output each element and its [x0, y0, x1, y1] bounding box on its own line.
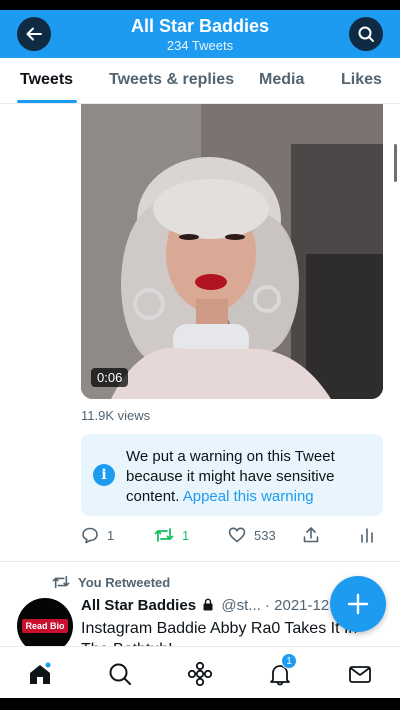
lock-icon: [203, 598, 213, 611]
tab-tweets-replies[interactable]: Tweets & replies: [109, 71, 234, 89]
tweet-date: · 2021-12: [264, 597, 330, 614]
nav-spaces[interactable]: [187, 661, 213, 687]
tweet-header: All Star Baddies @st... · 2021-12: [81, 597, 329, 614]
reply-count: 1: [107, 527, 115, 543]
profile-screen: All Star Baddies 234 Tweets Tweets Tweet…: [0, 0, 400, 710]
retweet-icon: [154, 528, 174, 542]
tab-media[interactable]: Media: [259, 71, 304, 89]
video-frame: [81, 104, 383, 399]
appeal-warning-link[interactable]: Appeal this warning: [183, 488, 314, 505]
retweet-context-label: You Retweeted: [78, 574, 171, 590]
status-bar: [0, 0, 400, 10]
nav-search[interactable]: [107, 661, 133, 687]
like-button[interactable]: 533: [228, 526, 276, 544]
heart-icon: [228, 527, 246, 543]
retweet-context: You Retweeted: [52, 574, 170, 590]
bottom-navigation: 1: [0, 646, 400, 698]
active-tab-indicator: [17, 100, 77, 103]
info-icon: i: [93, 464, 115, 486]
home-icon: [30, 661, 52, 684]
analytics-icon: [361, 528, 373, 543]
author-name[interactable]: All Star Baddies: [81, 597, 196, 614]
tweet-video[interactable]: 0:06: [81, 104, 383, 399]
profile-header: All Star Baddies 234 Tweets: [0, 10, 400, 58]
search-icon: [358, 26, 374, 42]
nav-home[interactable]: [27, 661, 53, 687]
like-count: 533: [254, 527, 276, 543]
share-button[interactable]: [302, 526, 320, 544]
messages-icon: [349, 666, 371, 683]
warning-text: We put a warning on this Tweet because i…: [126, 447, 374, 507]
share-icon: [303, 527, 319, 543]
tweet-count: 234 Tweets: [166, 38, 234, 53]
compose-tweet-button[interactable]: [330, 576, 386, 632]
spaces-icon: [187, 661, 213, 687]
analytics-button[interactable]: [359, 526, 375, 544]
search-icon: [109, 663, 131, 685]
sensitive-content-warning: i We put a warning on this Tweet because…: [81, 434, 383, 516]
tweet-divider: [0, 561, 400, 562]
tab-tweets[interactable]: Tweets: [20, 71, 73, 89]
scrollbar[interactable]: [394, 144, 397, 182]
notification-badge: 1: [281, 653, 297, 669]
author-handle[interactable]: @st...: [221, 597, 260, 614]
nav-notifications[interactable]: 1: [267, 653, 297, 687]
tweet-actions: 1 1 533: [81, 526, 383, 550]
plus-icon: [347, 593, 369, 615]
reply-icon: [82, 527, 98, 544]
view-count: 11.9K views: [81, 408, 151, 423]
avatar-label: Read Bio: [22, 619, 68, 633]
page-title: All Star Baddies: [130, 16, 270, 36]
retweet-button[interactable]: 1: [154, 526, 189, 544]
search-button[interactable]: [349, 17, 383, 51]
video-duration: 0:06: [91, 368, 129, 387]
tab-likes[interactable]: Likes: [341, 71, 382, 89]
reply-button[interactable]: 1: [81, 526, 114, 544]
profile-tabs: Tweets Tweets & replies Media Likes: [0, 58, 400, 104]
retweet-icon: [52, 575, 70, 589]
system-nav-bar: [0, 698, 400, 710]
nav-messages[interactable]: [347, 661, 373, 687]
retweet-count: 1: [182, 527, 190, 543]
